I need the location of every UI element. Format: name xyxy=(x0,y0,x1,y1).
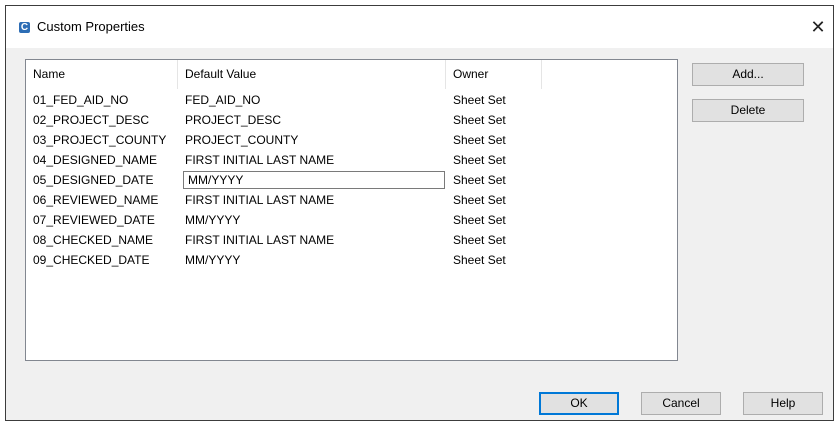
properties-list[interactable]: Name Default Value Owner 01_FED_AID_NO F… xyxy=(25,59,678,361)
custom-properties-dialog: C Custom Properties ✕ Name Default Value… xyxy=(5,5,834,421)
cell-name: 04_DESIGNED_NAME xyxy=(33,153,158,167)
delete-button[interactable]: Delete xyxy=(692,99,804,122)
list-row[interactable]: 09_CHECKED_DATE MM/YYYY Sheet Set xyxy=(26,250,677,270)
cell-owner: Sheet Set xyxy=(453,93,506,107)
cell-default-value: FIRST INITIAL LAST NAME xyxy=(185,233,335,247)
column-header-owner[interactable]: Owner xyxy=(446,60,542,89)
app-logo-icon: C xyxy=(19,22,30,33)
cell-default-value: MM/YYYY xyxy=(185,213,241,227)
list-row[interactable]: 04_DESIGNED_NAME FIRST INITIAL LAST NAME… xyxy=(26,150,677,170)
list-row[interactable]: 08_CHECKED_NAME FIRST INITIAL LAST NAME … xyxy=(26,230,677,250)
cell-default-value: PROJECT_COUNTY xyxy=(185,133,299,147)
list-row[interactable]: 02_PROJECT_DESC PROJECT_DESC Sheet Set xyxy=(26,110,677,130)
cell-name: 08_CHECKED_NAME xyxy=(33,233,154,247)
cell-default-value: PROJECT_DESC xyxy=(185,113,282,127)
list-row[interactable]: 03_PROJECT_COUNTY PROJECT_COUNTY Sheet S… xyxy=(26,130,677,150)
list-row-editing[interactable]: 05_DESIGNED_DATE MM/YYYY Sheet Set xyxy=(26,170,677,190)
cell-owner: Sheet Set xyxy=(453,113,506,127)
list-header: Name Default Value Owner xyxy=(26,60,677,89)
help-button[interactable]: Help xyxy=(743,392,823,415)
cell-owner: Sheet Set xyxy=(453,213,506,227)
add-button[interactable]: Add... xyxy=(692,63,804,86)
ok-button[interactable]: OK xyxy=(539,392,619,415)
cell-name: 01_FED_AID_NO xyxy=(33,93,129,107)
column-header-default-value[interactable]: Default Value xyxy=(178,60,446,89)
cell-name: 03_PROJECT_COUNTY xyxy=(33,133,167,147)
cell-owner: Sheet Set xyxy=(453,133,506,147)
title-bar: C Custom Properties ✕ xyxy=(6,6,833,48)
cell-default-value: FIRST INITIAL LAST NAME xyxy=(185,153,335,167)
list-row[interactable]: 06_REVIEWED_NAME FIRST INITIAL LAST NAME… xyxy=(26,190,677,210)
cell-owner: Sheet Set xyxy=(453,233,506,247)
cell-owner: Sheet Set xyxy=(453,253,506,267)
cell-default-value: MM/YYYY xyxy=(185,253,241,267)
cell-name: 06_REVIEWED_NAME xyxy=(33,193,159,207)
cancel-button[interactable]: Cancel xyxy=(641,392,721,415)
list-row[interactable]: 07_REVIEWED_DATE MM/YYYY Sheet Set xyxy=(26,210,677,230)
cell-default-value: FIRST INITIAL LAST NAME xyxy=(185,193,335,207)
default-value-edit-field[interactable]: MM/YYYY xyxy=(183,171,445,189)
cell-owner: Sheet Set xyxy=(453,173,506,187)
list-row[interactable]: 01_FED_AID_NO FED_AID_NO Sheet Set xyxy=(26,90,677,110)
list-rows: 01_FED_AID_NO FED_AID_NO Sheet Set 02_PR… xyxy=(26,90,677,270)
cell-name: 09_CHECKED_DATE xyxy=(33,253,150,267)
cell-name: 02_PROJECT_DESC xyxy=(33,113,150,127)
cell-name: 05_DESIGNED_DATE xyxy=(33,173,154,187)
cell-name: 07_REVIEWED_DATE xyxy=(33,213,155,227)
close-icon[interactable]: ✕ xyxy=(803,12,833,42)
column-header-name[interactable]: Name xyxy=(26,60,178,89)
dialog-title: Custom Properties xyxy=(37,19,145,34)
cell-owner: Sheet Set xyxy=(453,193,506,207)
cell-owner: Sheet Set xyxy=(453,153,506,167)
cell-default-value: FED_AID_NO xyxy=(185,93,261,107)
